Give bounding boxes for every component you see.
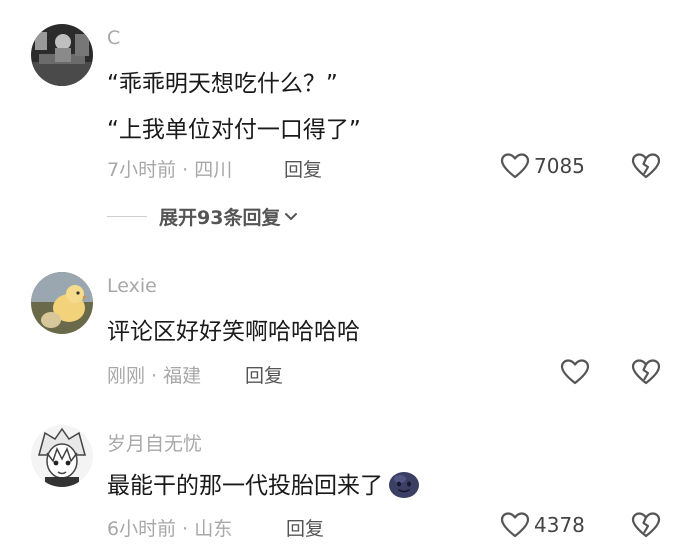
like-count: 4378: [534, 513, 585, 537]
avatar-anime-icon: [31, 425, 93, 487]
comment-meta: 7小时前 · 四川: [107, 159, 233, 181]
comment-text: “乖乖明天想吃什么？”: [107, 71, 338, 97]
avatar-photo-icon: [31, 272, 93, 334]
like-count: 7085: [534, 154, 585, 178]
avatar[interactable]: [31, 272, 93, 334]
heart-outline-icon: [560, 359, 590, 385]
chevron-down-icon: [285, 212, 298, 220]
comment-text: 评论区好好笑啊哈哈哈哈: [107, 319, 360, 345]
divider: [107, 216, 147, 217]
broken-heart-icon: [631, 153, 661, 179]
dislike-button[interactable]: [631, 358, 661, 390]
broken-heart-icon: [631, 512, 661, 538]
username[interactable]: Lexie: [107, 275, 157, 297]
username[interactable]: 岁月自无忧: [107, 429, 202, 456]
reply-button[interactable]: 回复: [286, 514, 324, 541]
like-button[interactable]: 7085: [500, 152, 585, 180]
comment-text: 最能干的那一代投胎回来了: [107, 466, 421, 500]
broken-heart-icon: [631, 359, 661, 385]
comment-meta: 6小时前 · 山东: [107, 518, 233, 540]
comment-text-content: 最能干的那一代投胎回来了: [107, 473, 383, 499]
expand-replies-label: 展开93条回复: [159, 207, 281, 229]
username[interactable]: C: [107, 27, 120, 49]
smiling-face-emoji-icon: [389, 472, 419, 498]
avatar[interactable]: [31, 425, 93, 487]
reply-button[interactable]: 回复: [245, 361, 283, 388]
reply-button[interactable]: 回复: [284, 155, 322, 182]
heart-outline-icon: [500, 512, 530, 538]
like-button[interactable]: 4378: [500, 511, 585, 539]
heart-outline-icon: [500, 153, 530, 179]
like-button[interactable]: [560, 358, 590, 386]
comment-text: “上我单位对付一口得了”: [107, 117, 361, 143]
comment-meta: 刚刚 · 福建: [107, 365, 202, 387]
avatar-photo-icon: [31, 24, 93, 86]
dislike-button[interactable]: [631, 152, 661, 184]
dislike-button[interactable]: [631, 511, 661, 543]
expand-replies-button[interactable]: 展开93条回复: [107, 203, 298, 230]
avatar[interactable]: [31, 24, 93, 86]
